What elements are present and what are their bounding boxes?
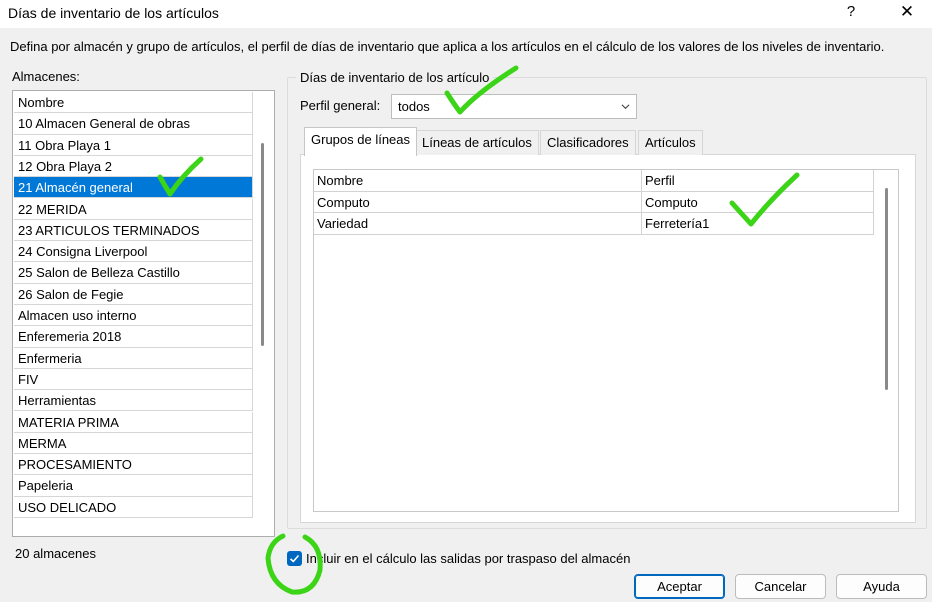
- warehouse-scrollbar[interactable]: [261, 143, 264, 346]
- cancel-button[interactable]: Cancelar: [735, 574, 826, 599]
- window-title: Días de inventario de los artículos: [8, 5, 219, 21]
- tab-grupos-de-lineas[interactable]: Grupos de líneas: [304, 127, 418, 156]
- check-icon: [289, 554, 300, 563]
- grid-cell-profile[interactable]: Computo: [642, 191, 874, 213]
- tab-lineas-de-articulos[interactable]: Líneas de artículos: [415, 130, 539, 155]
- inventory-days-group-title: Días de inventario de los artículo: [296, 70, 494, 85]
- grid-header-nombre[interactable]: Nombre: [314, 170, 642, 192]
- list-item[interactable]: 25 Salon de Belleza Castillo: [14, 262, 253, 284]
- list-item[interactable]: Enfermeria: [14, 347, 253, 369]
- warehouse-list-header[interactable]: Nombre: [14, 92, 253, 114]
- list-item-selected[interactable]: 21 Almacén general: [14, 177, 253, 199]
- profile-select[interactable]: todos: [391, 94, 637, 119]
- grid-cell-name[interactable]: Computo: [314, 191, 642, 213]
- include-transfers-checkbox[interactable]: [287, 551, 302, 566]
- include-transfers-label[interactable]: Incluir en el cálculo las salidas por tr…: [306, 551, 630, 566]
- tab-articulos[interactable]: Artículos: [638, 130, 703, 155]
- grid-cell-profile[interactable]: Ferretería1: [642, 213, 874, 235]
- list-item[interactable]: PROCESAMIENTO: [14, 454, 253, 476]
- warehouses-label: Almacenes:: [12, 69, 80, 84]
- grid-cell-name[interactable]: Variedad: [314, 213, 642, 235]
- help-icon[interactable]: ?: [842, 3, 860, 23]
- list-item[interactable]: Almacen uso interno: [14, 305, 253, 327]
- list-item[interactable]: 26 Salon de Fegie: [14, 283, 253, 305]
- profile-label: Perfil general:: [300, 98, 381, 113]
- list-item[interactable]: 11 Obra Playa 1: [14, 134, 253, 156]
- line-groups-grid[interactable]: Nombre Perfil Computo Computo Variedad F…: [313, 169, 899, 512]
- tab-clasificadores[interactable]: Clasificadores: [540, 130, 636, 155]
- list-item[interactable]: Papeleria: [14, 475, 253, 497]
- warehouse-count: 20 almacenes: [15, 546, 96, 561]
- list-item[interactable]: 23 ARTICULOS TERMINADOS: [14, 219, 253, 242]
- list-item[interactable]: 22 MERIDA: [14, 198, 253, 220]
- list-item[interactable]: 10 Almacen General de obras: [14, 113, 253, 135]
- description-text: Defina por almacén y grupo de artículos,…: [10, 39, 885, 54]
- list-item[interactable]: Enferemeria 2018: [14, 326, 253, 348]
- grid-scrollbar[interactable]: [885, 188, 888, 390]
- list-item[interactable]: 24 Consigna Liverpool: [14, 241, 253, 263]
- profile-select-value: todos: [398, 99, 430, 114]
- warehouse-list[interactable]: Nombre 10 Almacen General de obras 11 Ob…: [12, 90, 275, 537]
- help-button[interactable]: Ayuda: [836, 574, 927, 599]
- list-item[interactable]: MERMA: [14, 432, 253, 455]
- accept-button[interactable]: Aceptar: [634, 574, 725, 599]
- list-item[interactable]: MATERIA PRIMA: [14, 411, 253, 433]
- chevron-down-icon: [621, 104, 630, 110]
- close-icon[interactable]: ✕: [896, 2, 918, 24]
- title-bar: Días de inventario de los artículos ? ✕: [0, 0, 932, 28]
- list-item[interactable]: FIV: [14, 368, 253, 391]
- list-item[interactable]: USO DELICADO: [14, 496, 253, 518]
- list-item[interactable]: Herramientas: [14, 390, 253, 412]
- grid-header-perfil[interactable]: Perfil: [642, 170, 874, 192]
- list-item[interactable]: 12 Obra Playa 2: [14, 155, 253, 178]
